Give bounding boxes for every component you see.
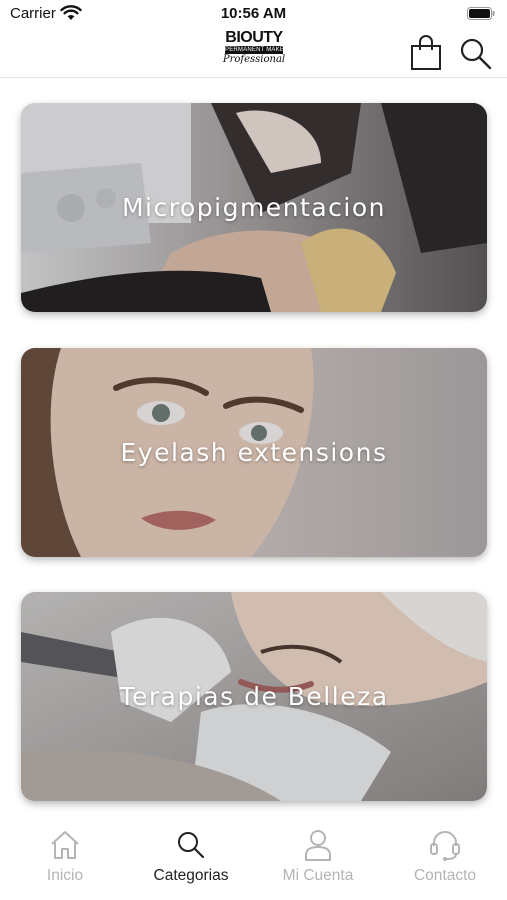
brand-logo[interactable]: BIOUTY PERMANENT MAKE-UP Professional bbox=[219, 29, 295, 74]
tab-label: Contacto bbox=[413, 867, 477, 884]
tab-inicio[interactable]: Inicio bbox=[2, 828, 128, 892]
tab-contacto[interactable]: Contacto bbox=[382, 828, 507, 892]
status-time: 10:56 AM bbox=[220, 5, 287, 22]
search-icon bbox=[178, 832, 205, 859]
tab-categorias[interactable]: Categorias bbox=[128, 828, 254, 892]
logo-script: Professional bbox=[222, 54, 286, 65]
tab-mi-cuenta[interactable]: Mi Cuenta bbox=[255, 828, 381, 892]
category-label: Micropigmentacion bbox=[121, 193, 386, 222]
home-icon bbox=[51, 831, 79, 859]
headset-icon bbox=[430, 831, 460, 861]
tab-label: Categorias bbox=[153, 867, 229, 884]
category-list: Micropigmentacion Eyelash extensions Ter… bbox=[0, 78, 507, 818]
logo-tagline: PERMANENT MAKE-UP bbox=[225, 46, 295, 54]
category-card-terapias-de-belleza[interactable]: Terapias de Belleza bbox=[21, 592, 487, 801]
logo-wordmark: BIOUTY bbox=[225, 29, 283, 46]
bottom-tab-bar: Inicio Categorias Mi Cuenta Contacto bbox=[0, 818, 507, 900]
category-card-micropigmentacion[interactable]: Micropigmentacion bbox=[21, 103, 487, 312]
category-card-eyelash-extensions[interactable]: Eyelash extensions bbox=[21, 348, 487, 557]
category-label: Terapias de Belleza bbox=[119, 682, 389, 711]
search-icon[interactable] bbox=[458, 36, 494, 72]
tab-label: Mi Cuenta bbox=[282, 867, 354, 884]
app-header: BIOUTY PERMANENT MAKE-UP Professional bbox=[0, 28, 507, 78]
shopping-bag-icon[interactable] bbox=[408, 34, 444, 72]
status-bar: Carrier 10:56 AM bbox=[0, 0, 507, 28]
user-icon bbox=[305, 830, 331, 861]
tab-label: Inicio bbox=[46, 867, 84, 884]
category-label: Eyelash extensions bbox=[120, 438, 388, 467]
battery-icon bbox=[467, 7, 495, 20]
